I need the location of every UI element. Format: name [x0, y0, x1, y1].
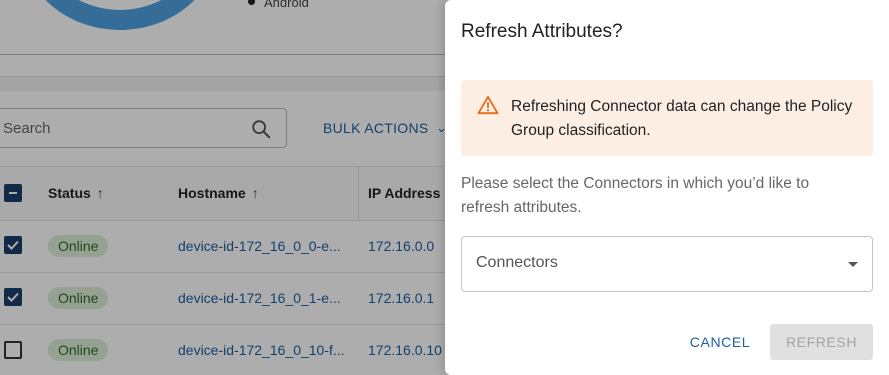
warning-alert: Refreshing Connector data can change the…: [461, 80, 873, 156]
cancel-button[interactable]: CANCEL: [686, 324, 754, 360]
dropdown-arrow-icon[interactable]: [848, 262, 858, 267]
refresh-attributes-dialog: Refresh Attributes? Refreshing Connector…: [445, 0, 889, 375]
instruction-text: Please select the Connectors in which yo…: [461, 175, 810, 216]
warning-icon: [477, 95, 499, 115]
connectors-select-label: Connectors: [476, 254, 558, 271]
connectors-select[interactable]: Connectors: [461, 236, 873, 292]
dialog-title: Refresh Attributes?: [461, 21, 623, 42]
refresh-button[interactable]: REFRESH: [770, 324, 873, 360]
alert-message: Refreshing Connector data can change the…: [511, 98, 853, 139]
